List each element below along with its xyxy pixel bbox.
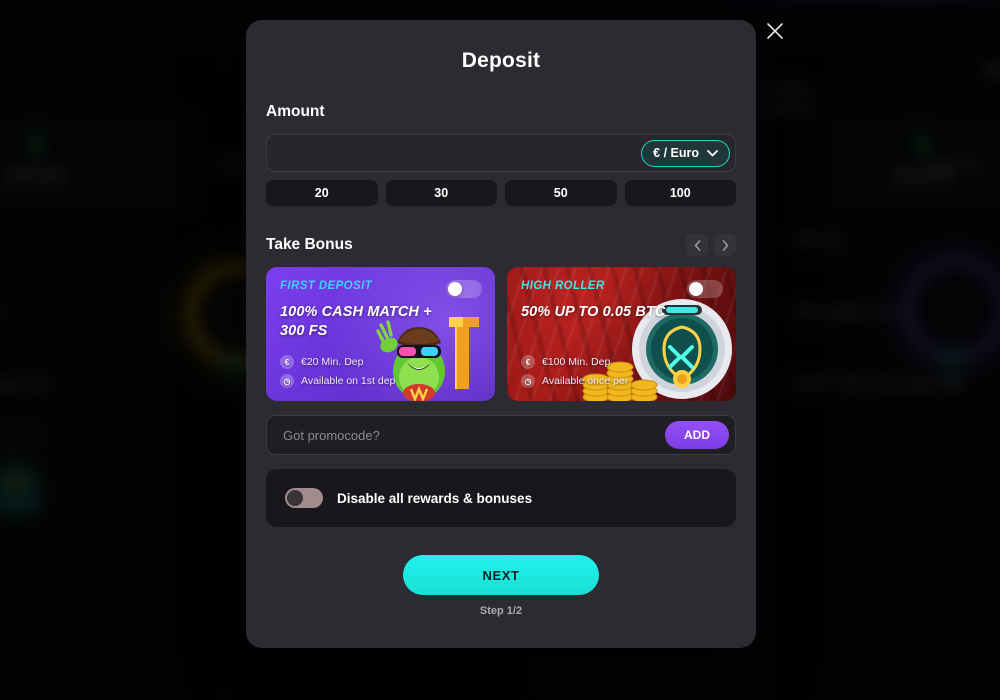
bonus-meta-row: € €20 Min. Dep [280, 355, 395, 369]
chevron-left-icon [694, 239, 700, 251]
bonus-section-label: Take Bonus [266, 236, 353, 253]
amount-input[interactable] [267, 145, 642, 161]
disable-rewards-row[interactable]: Disable all rewards & bonuses [266, 469, 736, 527]
quick-amount-row: 20 30 50 100 [266, 180, 736, 206]
currency-label: € / Euro [653, 146, 699, 160]
bonus-card-toggle[interactable] [687, 280, 723, 298]
quick-amount-50[interactable]: 50 [505, 180, 617, 206]
close-icon[interactable] [762, 18, 788, 44]
bonus-meta-text: €100 Min. Dep [542, 356, 611, 368]
bonus-meta-text: Available on 1st dep [301, 375, 396, 387]
bonus-meta-text: Available once per [542, 375, 629, 387]
bonus-cards-row: FIRST DEPOSIT 100% CASH MATCH + 300 FS €… [266, 267, 736, 401]
promocode-add-button[interactable]: ADD [665, 421, 729, 449]
next-button[interactable]: NEXT [403, 555, 599, 595]
bonus-card-title: 50% UP TO 0.05 BTC [521, 304, 666, 320]
toggle-knob [689, 282, 703, 296]
bonus-card-meta: € €20 Min. Dep ◷ Available on 1st dep [280, 355, 395, 388]
clock-icon: ◷ [521, 374, 535, 388]
promocode-input[interactable] [267, 427, 665, 443]
disable-rewards-toggle[interactable] [285, 488, 323, 508]
quick-amount-100[interactable]: 100 [624, 180, 736, 206]
toggle-knob [448, 282, 462, 296]
modal-title: Deposit [461, 49, 541, 72]
carousel-next-button[interactable] [714, 234, 736, 256]
bonus-card-meta: € €100 Min. Dep ◷ Available once per [521, 355, 628, 388]
bonus-section-header: Take Bonus [266, 234, 736, 256]
currency-selector[interactable]: € / Euro [641, 139, 730, 167]
bonus-card-toggle[interactable] [446, 280, 482, 298]
clock-icon: ◷ [280, 374, 294, 388]
promocode-field: ADD [266, 415, 736, 455]
toggle-knob [287, 490, 303, 506]
bonus-meta-row: € €100 Min. Dep [521, 355, 628, 369]
quick-amount-30[interactable]: 30 [385, 180, 497, 206]
chevron-down-icon [707, 149, 718, 156]
step-indicator: Step 1/2 [479, 605, 523, 617]
bonus-meta-row: ◷ Available on 1st dep [280, 374, 395, 388]
carousel-prev-button[interactable] [686, 234, 708, 256]
amount-field: € / Euro [266, 134, 736, 172]
coin-icon: € [280, 355, 294, 369]
bonus-meta-row: ◷ Available once per [521, 374, 628, 388]
bonus-card-first-deposit[interactable]: FIRST DEPOSIT 100% CASH MATCH + 300 FS €… [266, 267, 495, 401]
screen: $ €/$50,0000 Buy now price VIP Care 5% w… [0, 0, 1000, 700]
bonus-card-title: 100% CASH MATCH + 300 FS [280, 304, 432, 340]
deposit-modal: Deposit Amount € / Euro 20 30 50 100 Tak… [246, 20, 756, 648]
bonus-meta-text: €20 Min. Dep [301, 356, 364, 368]
carousel-arrows [686, 234, 736, 256]
quick-amount-20[interactable]: 20 [266, 180, 378, 206]
amount-section-label: Amount [266, 103, 325, 120]
disable-rewards-label: Disable all rewards & bonuses [337, 490, 533, 506]
coin-icon: € [521, 355, 535, 369]
chevron-right-icon [722, 239, 728, 251]
bonus-card-high-roller[interactable]: HIGH ROLLER 50% UP TO 0.05 BTC € €100 Mi… [507, 267, 736, 401]
